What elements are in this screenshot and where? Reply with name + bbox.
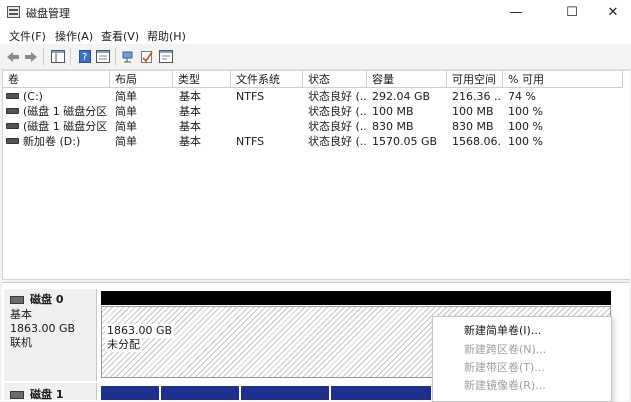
- disk-0-size: 1863.00 GB: [10, 322, 76, 335]
- volume-name: (磁盘 1 磁盘分区 4): [23, 120, 110, 133]
- toolbar-separator: [43, 48, 44, 65]
- menu-help[interactable]: 帮助(H): [147, 28, 186, 44]
- volume-name: 新加卷 (D:): [23, 135, 81, 148]
- volume-status: 状态良好 (...: [308, 90, 366, 103]
- maximize-icon: ☐: [566, 5, 578, 20]
- svg-text:?: ?: [82, 52, 87, 63]
- volume-layout: 简单: [115, 90, 137, 103]
- forward-arrow-icon: [25, 51, 37, 62]
- partition-bar[interactable]: [161, 386, 239, 400]
- minimize-button[interactable]: —: [493, 0, 539, 25]
- volume-layout: 简单: [115, 120, 137, 133]
- volume-percent-free: 100 %: [508, 105, 543, 118]
- volume-free-space: 100 MB: [452, 105, 494, 118]
- menu-item-new-mirrored-volume: 新建镜像卷(R)...: [464, 379, 546, 392]
- disk-icon: [10, 296, 24, 304]
- check-button[interactable]: [139, 49, 155, 64]
- disk-0-state: 联机: [10, 336, 32, 349]
- properties-icon: [96, 50, 110, 63]
- menu-file[interactable]: 文件(F): [9, 28, 46, 44]
- refresh-icon: [159, 50, 173, 63]
- table-row[interactable]: (磁盘 1 磁盘分区 1): [6, 104, 110, 119]
- volume-icon: [6, 108, 19, 114]
- volume-icon: [6, 138, 19, 144]
- unallocated-label: 未分配: [105, 338, 142, 352]
- close-icon: ✕: [607, 5, 619, 20]
- volume-filesystem: NTFS: [236, 90, 265, 103]
- disk-0-type: 基本: [10, 308, 32, 321]
- volume-type: 基本: [179, 135, 201, 148]
- volume-type: 基本: [179, 105, 201, 118]
- volume-filesystem: NTFS: [236, 135, 265, 148]
- console-tree-button[interactable]: [50, 49, 66, 64]
- partition-bar[interactable]: [241, 386, 329, 400]
- unallocated-header-bar: [101, 291, 611, 305]
- maximize-button[interactable]: ☐: [549, 0, 595, 25]
- connect-icon: [122, 51, 133, 63]
- column-header-layout[interactable]: 布局: [110, 71, 173, 88]
- column-header-capacity[interactable]: 容量: [367, 71, 447, 88]
- help-icon: ?: [79, 50, 91, 63]
- volume-free-space: 216.36 ...: [452, 90, 502, 103]
- disk-1-name: 磁盘 1: [30, 388, 64, 401]
- volume-status: 状态良好 (...: [308, 120, 366, 133]
- check-icon: [141, 50, 153, 63]
- volume-capacity: 830 MB: [372, 120, 414, 133]
- column-header-percent-free[interactable]: % 可用: [503, 71, 623, 88]
- volume-percent-free: 74 %: [508, 90, 536, 103]
- column-header-type[interactable]: 类型: [173, 71, 231, 88]
- menu-item-new-simple-volume[interactable]: 新建简单卷(I)...: [464, 322, 541, 338]
- volume-layout: 简单: [115, 135, 137, 148]
- disk-0-name: 磁盘 0: [30, 293, 64, 306]
- volume-name: (C:): [23, 90, 43, 103]
- toolbar-separator: [70, 48, 71, 65]
- volume-status: 状态良好 (...: [308, 135, 366, 148]
- column-header-free-space[interactable]: 可用空间: [447, 71, 503, 88]
- partition-bar[interactable]: [101, 386, 159, 400]
- menu-view[interactable]: 查看(V): [101, 28, 139, 44]
- volume-icon: [6, 93, 19, 99]
- volume-percent-free: 100 %: [508, 135, 543, 148]
- menu-item-new-spanned-volume: 新建跨区卷(N)...: [464, 343, 547, 356]
- volume-icon: [6, 123, 19, 129]
- menu-bar: [0, 25, 631, 44]
- disk-0-name-row: 磁盘 0: [10, 293, 63, 307]
- column-header-status[interactable]: 状态: [303, 71, 367, 88]
- help-button[interactable]: ?: [77, 49, 93, 64]
- minimize-icon: —: [509, 5, 523, 20]
- volume-type: 基本: [179, 120, 201, 133]
- table-row[interactable]: (磁盘 1 磁盘分区 4): [6, 119, 110, 134]
- menu-item-new-striped-volume: 新建带区卷(T)...: [464, 361, 545, 374]
- volume-percent-free: 100 %: [508, 120, 543, 133]
- toolbar-separator: [115, 48, 116, 65]
- volume-capacity: 1570.05 GB: [372, 135, 438, 148]
- back-button[interactable]: [5, 49, 21, 64]
- menu-action[interactable]: 操作(A): [55, 28, 93, 44]
- properties-button[interactable]: [95, 49, 111, 64]
- window-title: 磁盘管理: [26, 7, 70, 20]
- forward-button[interactable]: [23, 49, 39, 64]
- table-row[interactable]: 新加卷 (D:): [6, 134, 110, 149]
- column-header-volume[interactable]: 卷: [3, 71, 110, 88]
- volume-capacity: 100 MB: [372, 105, 414, 118]
- volume-name: (磁盘 1 磁盘分区 1): [23, 105, 110, 118]
- close-button[interactable]: ✕: [590, 0, 631, 25]
- disk-icon: [10, 391, 24, 399]
- volume-capacity: 292.04 GB: [372, 90, 431, 103]
- partition-bar[interactable]: [331, 386, 431, 400]
- volume-status: 状态良好 (...: [308, 105, 366, 118]
- back-arrow-icon: [7, 51, 19, 62]
- disk-management-app-icon: [7, 6, 20, 18]
- volume-type: 基本: [179, 90, 201, 103]
- unallocated-size: 1863.00 GB: [105, 324, 175, 338]
- table-row[interactable]: (C:): [6, 89, 110, 104]
- volume-layout: 简单: [115, 105, 137, 118]
- volume-free-space: 830 MB: [452, 120, 494, 133]
- connect-button[interactable]: [121, 49, 137, 64]
- column-header-filesystem[interactable]: 文件系统: [231, 71, 303, 88]
- volume-free-space: 1568.06...: [452, 135, 502, 148]
- refresh-button[interactable]: [158, 49, 174, 64]
- console-tree-icon: [51, 50, 65, 63]
